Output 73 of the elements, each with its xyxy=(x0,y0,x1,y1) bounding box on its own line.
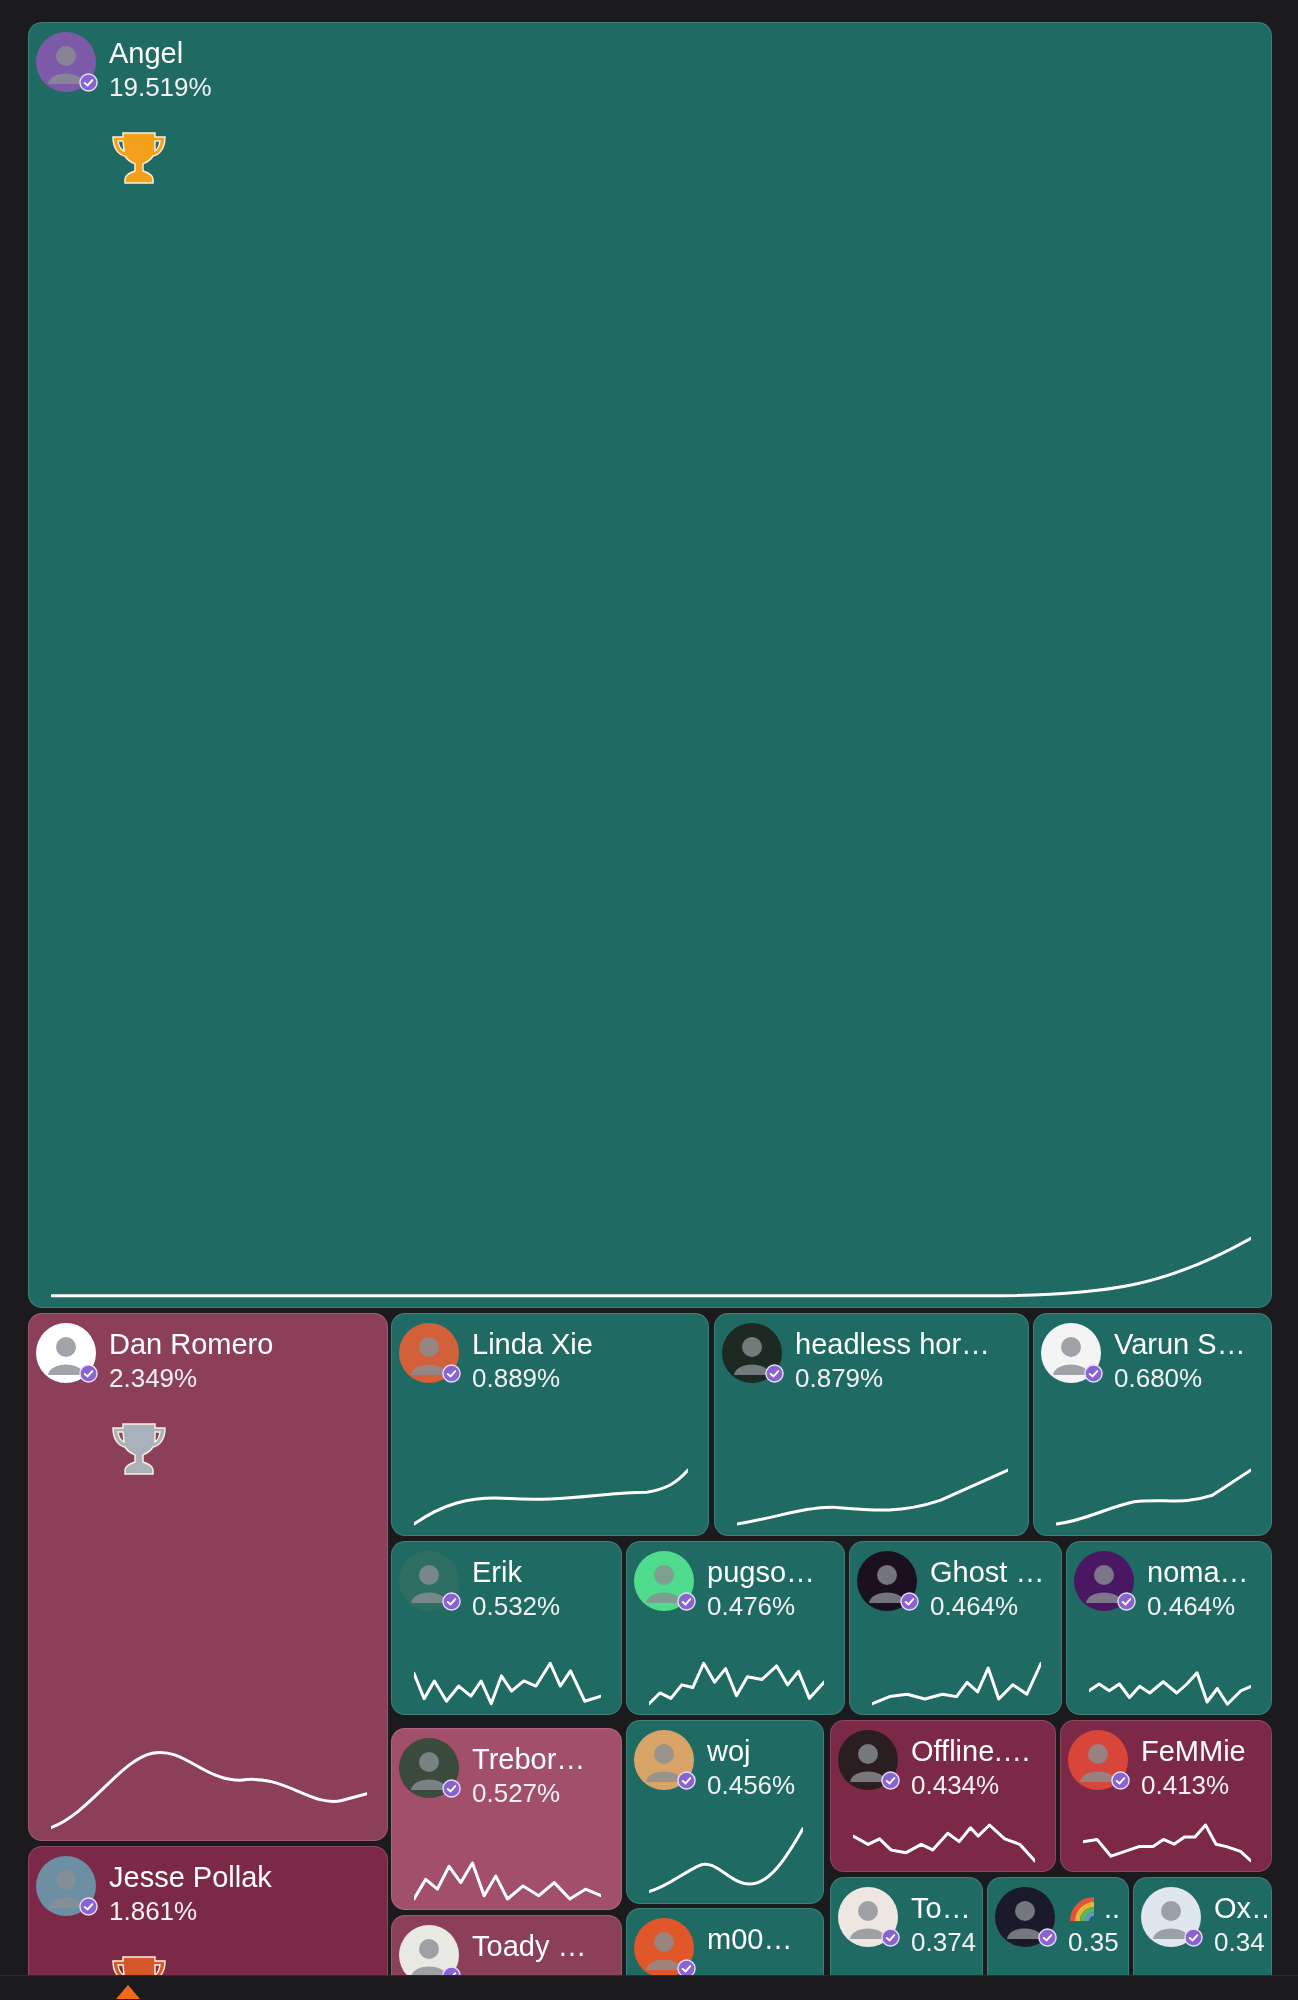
user-name: noma… xyxy=(1147,1555,1249,1590)
treemap-tile[interactable]: Ghost … 0.464% xyxy=(849,1541,1062,1715)
user-name: Toady … xyxy=(472,1929,587,1964)
user-name: Offline.… xyxy=(911,1734,1032,1769)
share-percent: 0.680% xyxy=(1114,1362,1204,1394)
treemap-tile[interactable]: noma… 0.464% xyxy=(1066,1541,1272,1715)
treemap-tile[interactable]: Trebor… 0.527% xyxy=(391,1728,622,1910)
treemap-tile[interactable]: pugso… 0.476% xyxy=(626,1541,845,1715)
avatar xyxy=(36,32,96,92)
treemap-tile[interactable]: woj 0.456% xyxy=(626,1720,824,1904)
user-name: .. xyxy=(1104,1891,1121,1926)
avatar xyxy=(399,1323,459,1383)
avatar xyxy=(399,1738,459,1798)
share-percent: 0.35 xyxy=(1068,1926,1120,1958)
user-name: pugso… xyxy=(707,1555,815,1590)
user-name: FeMMie xyxy=(1141,1734,1246,1769)
share-percent: 0.464% xyxy=(930,1590,1020,1622)
user-name: Ghost … xyxy=(930,1555,1045,1590)
share-percent: 0.879% xyxy=(795,1362,885,1394)
treemap-tile[interactable]: Ox… 0.34 xyxy=(1133,1877,1272,1976)
treemap-tile[interactable]: m00… xyxy=(626,1908,824,1976)
avatar xyxy=(634,1730,694,1790)
avatar xyxy=(857,1551,917,1611)
triangle-icon[interactable] xyxy=(116,1985,140,1999)
avatar xyxy=(36,1856,96,1916)
avatar xyxy=(1068,1730,1128,1790)
treemap-tile[interactable]: Jesse Pollak 1.861% xyxy=(28,1846,388,1976)
avatar xyxy=(838,1887,898,1947)
user-name: Varun S… xyxy=(1114,1327,1246,1362)
share-percent: 0.532% xyxy=(472,1590,561,1622)
user-name: headless hor… xyxy=(795,1327,991,1362)
share-percent: 0.476% xyxy=(707,1590,797,1622)
avatar xyxy=(1141,1887,1201,1947)
user-name: Trebor… xyxy=(472,1742,586,1777)
user-name: Erik xyxy=(472,1555,522,1590)
share-percent: 2.349% xyxy=(109,1362,199,1394)
share-percent: 0.456% xyxy=(707,1769,796,1801)
user-name: Jesse Pollak xyxy=(109,1860,272,1895)
share-percent: 0.527% xyxy=(472,1777,562,1809)
share-percent: 19.519% xyxy=(109,71,212,103)
avatar xyxy=(1074,1551,1134,1611)
user-name: Dan Romero xyxy=(109,1327,274,1362)
avatar xyxy=(1041,1323,1101,1383)
treemap-tile[interactable]: Offline.… 0.434% xyxy=(830,1720,1056,1872)
user-name: To… xyxy=(911,1891,971,1926)
treemap-tile[interactable]: Varun S… 0.680% xyxy=(1033,1313,1272,1536)
share-percent: 0.464% xyxy=(1147,1590,1237,1622)
treemap-tile[interactable]: FeMMie 0.413% xyxy=(1060,1720,1272,1872)
user-name: Linda Xie xyxy=(472,1327,593,1362)
share-percent: 0.374 xyxy=(911,1926,977,1958)
avatar xyxy=(995,1887,1055,1947)
user-name: m00… xyxy=(707,1922,793,1957)
share-percent: 0.413% xyxy=(1141,1769,1231,1801)
treemap-tile[interactable]: Angel 19.519% xyxy=(28,22,1272,1308)
share-percent: 1.861% xyxy=(109,1895,199,1927)
share-percent: 0.34 xyxy=(1214,1926,1266,1958)
avatar xyxy=(634,1551,694,1611)
user-name: Ox… xyxy=(1214,1891,1271,1926)
share-percent: 0.889% xyxy=(472,1362,562,1394)
treemap-tile[interactable]: .. 0.35 xyxy=(987,1877,1129,1976)
avatar xyxy=(36,1323,96,1383)
avatar xyxy=(722,1323,782,1383)
treemap-tile[interactable]: Dan Romero 2.349% xyxy=(28,1313,388,1841)
treemap-tile[interactable]: Erik 0.532% xyxy=(391,1541,622,1715)
treemap-tile[interactable]: headless hor… 0.879% xyxy=(714,1313,1029,1536)
share-percent: 0.434% xyxy=(911,1769,1001,1801)
user-name: woj xyxy=(707,1734,751,1769)
treemap-tile[interactable]: Toady … xyxy=(391,1915,622,1976)
treemap-tile[interactable]: Linda Xie 0.889% xyxy=(391,1313,709,1536)
avatar xyxy=(838,1730,898,1790)
user-name: Angel xyxy=(109,36,184,71)
treemap-tile[interactable]: To… 0.374 xyxy=(830,1877,983,1976)
avatar xyxy=(399,1551,459,1611)
